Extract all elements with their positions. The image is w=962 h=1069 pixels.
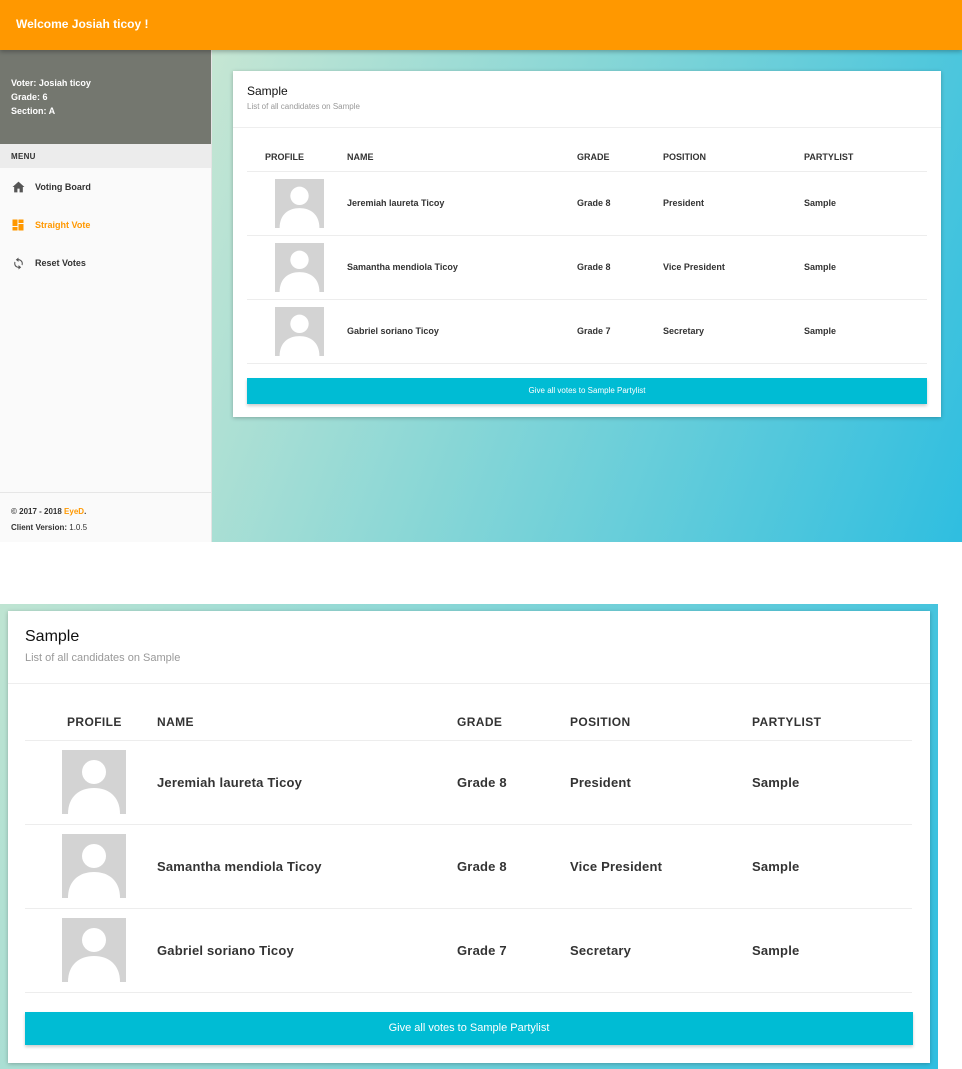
candidate-position: Vice President [663, 234, 804, 299]
table-row: Samantha mendiola Ticoy Grade 8 Vice Pre… [25, 823, 912, 908]
column-header-position: POSITION [663, 151, 707, 162]
candidates-table: PROFILE NAME GRADE POSITION PARTYLIST Je… [25, 704, 912, 993]
column-header-grade: GRADE [577, 151, 610, 162]
column-header-name: NAME [347, 151, 374, 162]
candidate-grade: Grade 8 [577, 170, 663, 235]
card-title: Sample [247, 84, 288, 98]
card-header: Sample List of all candidates on Sample [233, 71, 941, 128]
candidate-name: Jeremiah laureta Ticoy [347, 170, 577, 235]
sidebar-item-reset-votes[interactable]: Reset Votes [0, 244, 211, 282]
candidate-grade: Grade 8 [457, 823, 570, 908]
candidate-partylist: Sample [752, 907, 912, 993]
column-header-name: NAME [157, 714, 194, 729]
voter-grade: Grade: 6 [11, 92, 48, 102]
candidate-partylist: Sample [752, 739, 912, 824]
avatar [62, 918, 126, 982]
sidebar-item-label: Reset Votes [35, 258, 86, 268]
table-row: Jeremiah laureta Ticoy Grade 8 President… [25, 739, 912, 824]
main-content: Sample List of all candidates on Sample … [212, 50, 962, 542]
candidate-name: Samantha mendiola Ticoy [157, 823, 457, 908]
copyright-period: . [84, 507, 87, 516]
card-header: Sample List of all candidates on Sample [8, 611, 930, 684]
app-window: Welcome Josiah ticoy ! Voter: Josiah tic… [0, 0, 962, 542]
column-header-partylist: PARTYLIST [752, 714, 822, 729]
table-row: Gabriel soriano Ticoy Grade 7 Secretary … [247, 298, 927, 364]
version-number: 1.0.5 [69, 523, 88, 532]
avatar [275, 178, 324, 228]
candidate-name: Samantha mendiola Ticoy [347, 234, 577, 299]
candidate-grade: Grade 8 [577, 234, 663, 299]
card-title: Sample [25, 628, 80, 645]
table-header-row: PROFILE NAME GRADE POSITION PARTYLIST [247, 143, 927, 171]
candidate-partylist: Sample [752, 823, 912, 908]
voter-section: Section: A [11, 106, 56, 116]
menu-header: MENU [0, 144, 211, 168]
give-all-votes-button[interactable]: Give all votes to Sample Partylist [25, 1011, 913, 1045]
card-subtitle: List of all candidates on Sample [25, 652, 181, 664]
candidate-grade: Grade 7 [457, 907, 570, 993]
candidate-position: President [663, 170, 804, 235]
avatar [275, 242, 324, 292]
column-header-position: POSITION [570, 714, 631, 729]
candidate-partylist: Sample [804, 170, 927, 235]
candidate-position: President [570, 739, 752, 824]
copyright-text: © 2017 - 2018 [11, 507, 65, 516]
client-version-line: Client Version: 1.0.5 [11, 520, 200, 536]
top-app-bar: Welcome Josiah ticoy ! [0, 0, 962, 50]
avatar [62, 750, 126, 814]
sidebar: Voter: Josiah ticoy Grade: 6 Section: A … [0, 50, 212, 542]
sidebar-footer: © 2017 - 2018 EyeD. Client Version: 1.0.… [0, 492, 211, 542]
column-header-profile: PROFILE [265, 151, 305, 162]
candidates-table: PROFILE NAME GRADE POSITION PARTYLIST Je… [247, 143, 927, 364]
give-all-votes-button[interactable]: Give all votes to Sample Partylist [247, 377, 927, 404]
column-header-grade: GRADE [457, 714, 503, 729]
candidate-grade: Grade 8 [457, 739, 570, 824]
dashboard-icon [11, 218, 25, 232]
refresh-icon [11, 256, 25, 270]
copyright-line: © 2017 - 2018 EyeD. [11, 504, 200, 520]
version-label: Client Version: [11, 523, 68, 532]
candidate-position: Vice President [570, 823, 752, 908]
card-subtitle: List of all candidates on Sample [247, 102, 360, 111]
sidebar-item-label: Voting Board [35, 182, 91, 192]
sidebar-item-voting-board[interactable]: Voting Board [0, 168, 211, 206]
column-header-profile: PROFILE [67, 714, 122, 729]
column-header-partylist: PARTYLIST [804, 151, 854, 162]
candidate-position: Secretary [663, 298, 804, 364]
table-header-row: PROFILE NAME GRADE POSITION PARTYLIST [25, 704, 912, 740]
table-row: Samantha mendiola Ticoy Grade 8 Vice Pre… [247, 234, 927, 299]
candidate-name: Gabriel soriano Ticoy [347, 298, 577, 364]
brand-link[interactable]: EyeD [64, 507, 84, 516]
home-icon [11, 180, 25, 194]
avatar [62, 834, 126, 898]
candidates-card-zoomed: Sample List of all candidates on Sample … [8, 611, 930, 1063]
candidate-name: Gabriel soriano Ticoy [157, 907, 457, 993]
welcome-title: Welcome Josiah ticoy ! [16, 17, 149, 31]
user-info-panel: Voter: Josiah ticoy Grade: 6 Section: A [0, 50, 211, 144]
table-row: Jeremiah laureta Ticoy Grade 8 President… [247, 170, 927, 235]
candidate-name: Jeremiah laureta Ticoy [157, 739, 457, 824]
sidebar-item-straight-vote[interactable]: Straight Vote [0, 206, 211, 244]
candidate-partylist: Sample [804, 298, 927, 364]
candidate-position: Secretary [570, 907, 752, 993]
sidebar-item-label: Straight Vote [35, 220, 91, 230]
candidate-partylist: Sample [804, 234, 927, 299]
avatar [275, 306, 324, 356]
zoomed-card-view: Sample List of all candidates on Sample … [0, 604, 938, 1069]
table-row: Gabriel soriano Ticoy Grade 7 Secretary … [25, 907, 912, 993]
candidate-grade: Grade 7 [577, 298, 663, 364]
voter-name: Voter: Josiah ticoy [11, 78, 91, 88]
candidates-card: Sample List of all candidates on Sample … [233, 71, 941, 417]
